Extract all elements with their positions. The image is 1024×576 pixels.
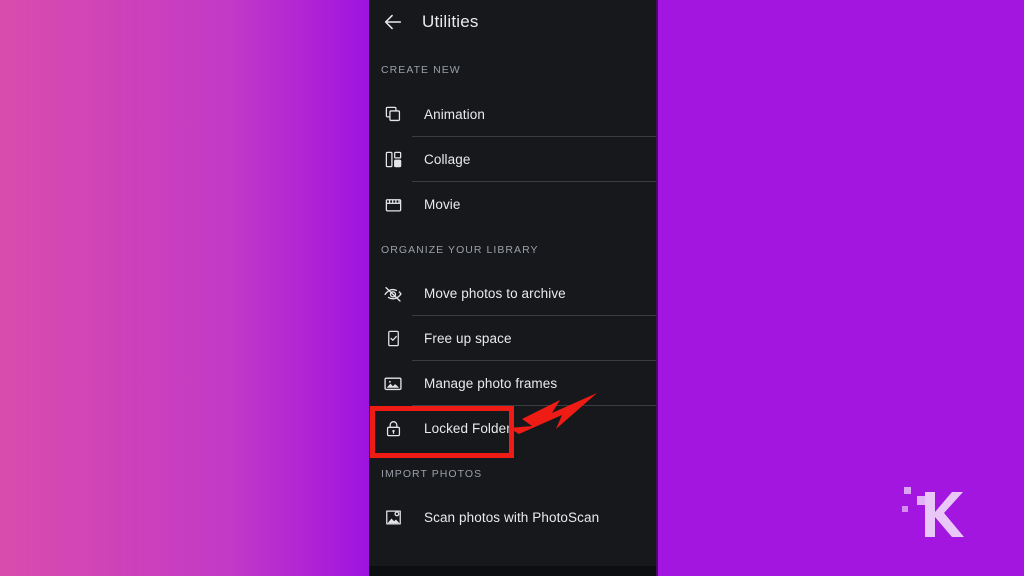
menu-item-label: Animation <box>424 107 485 122</box>
menu-item-free-up-space[interactable]: Free up space <box>369 316 656 361</box>
photo-frame-icon <box>381 372 405 396</box>
menu-item-label: Free up space <box>424 331 512 346</box>
menu-item-label: Locked Folder <box>424 421 511 436</box>
phone-check-icon <box>381 327 405 351</box>
backdrop-left-gradient <box>0 0 369 576</box>
phone-screen-panel: Utilities CREATE NEW Animation Collage M… <box>369 0 656 576</box>
clapperboard-icon <box>381 193 405 217</box>
back-arrow-icon[interactable] <box>373 2 413 42</box>
eye-off-icon <box>381 282 405 306</box>
page-title: Utilities <box>422 12 479 31</box>
stacked-squares-icon <box>381 103 405 127</box>
menu-item-scan-photos-with-photoscan[interactable]: Scan photos with PhotoScan <box>369 495 656 540</box>
section-header-label: IMPORT PHOTOS <box>381 468 483 480</box>
menu-item-label: Scan photos with PhotoScan <box>424 510 600 525</box>
menu-item-locked-folder[interactable]: Locked Folder <box>369 406 656 451</box>
panel-bottom-strip <box>369 566 656 576</box>
menu-item-label: Collage <box>424 152 471 167</box>
section-header-import-photos: IMPORT PHOTOS <box>369 468 482 480</box>
section-header-create-new: CREATE NEW <box>369 64 461 76</box>
menu-item-animation[interactable]: Animation <box>369 92 656 137</box>
section-items-organize-library: Move photos to archive Free up space Man… <box>369 271 656 451</box>
menu-item-movie[interactable]: Movie <box>369 182 656 227</box>
menu-item-move-photos-to-archive[interactable]: Move photos to archive <box>369 271 656 316</box>
photoscan-icon <box>381 506 405 530</box>
screenshot-root: Utilities CREATE NEW Animation Collage M… <box>0 0 1024 576</box>
section-header-organize-library: ORGANIZE YOUR LIBRARY <box>369 244 539 256</box>
menu-item-collage[interactable]: Collage <box>369 137 656 182</box>
section-header-label: CREATE NEW <box>381 64 461 76</box>
section-header-label: ORGANIZE YOUR LIBRARY <box>381 244 539 256</box>
menu-item-manage-photo-frames[interactable]: Manage photo frames <box>369 361 656 406</box>
k-logo-watermark <box>898 479 968 541</box>
collage-grid-icon <box>381 148 405 172</box>
backdrop-right-solid <box>658 0 1024 576</box>
app-top-bar: Utilities <box>369 0 656 44</box>
menu-item-label: Manage photo frames <box>424 376 558 391</box>
lock-icon <box>381 417 405 441</box>
section-items-create-new: Animation Collage Movie <box>369 92 656 227</box>
section-items-import-photos: Scan photos with PhotoScan <box>369 495 656 540</box>
menu-item-label: Move photos to archive <box>424 286 566 301</box>
menu-item-label: Movie <box>424 197 461 212</box>
